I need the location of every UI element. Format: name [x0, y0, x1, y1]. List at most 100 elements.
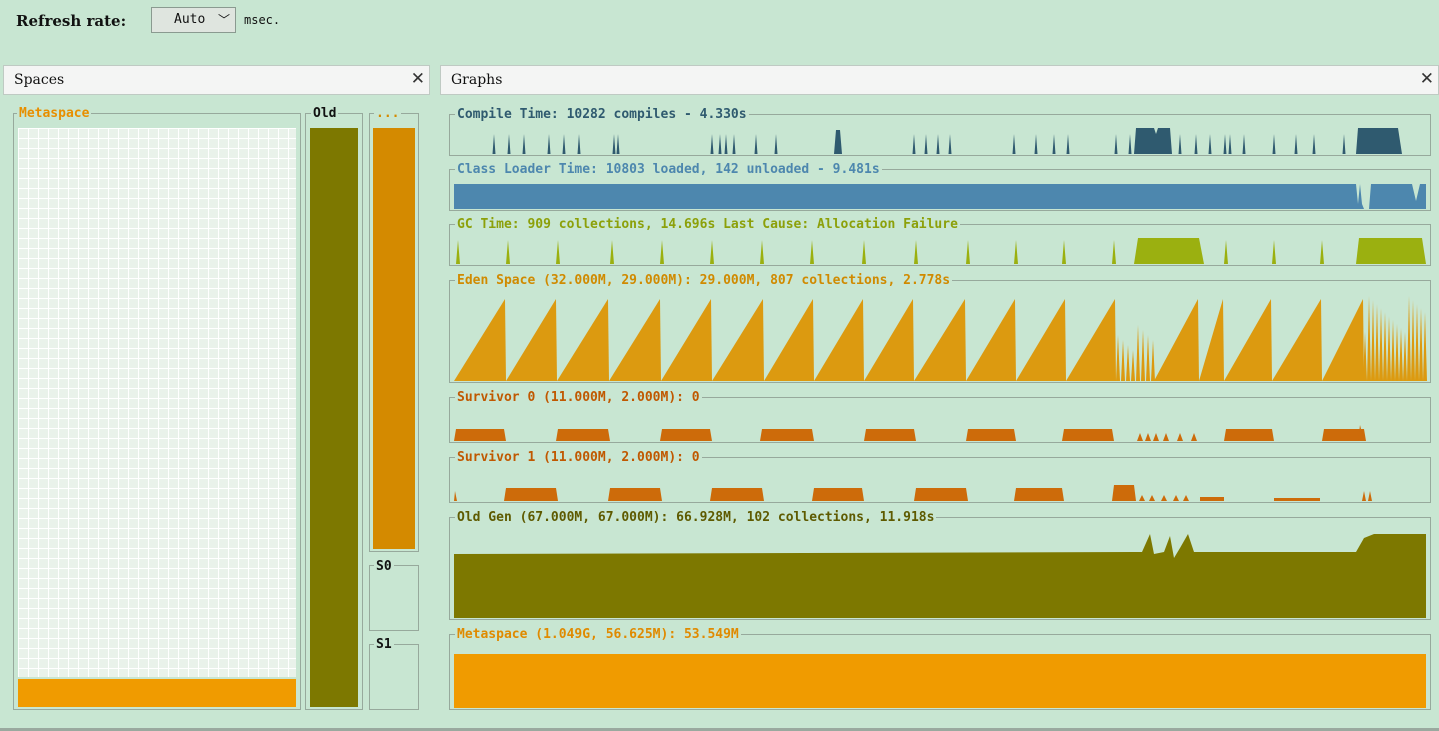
spaces-panel-title: Spaces — [14, 72, 65, 88]
old-space-fill — [310, 128, 358, 707]
eden-noise — [1121, 340, 1125, 381]
eden-noise — [1375, 304, 1379, 381]
s1-spike — [1173, 495, 1179, 501]
metaspace-space-grid — [18, 128, 296, 677]
old-gen-label: Old Gen (67.000M, 67.000M): 66.928M, 102… — [455, 510, 937, 525]
eden-tooth — [864, 299, 914, 381]
s0-space-box — [369, 565, 419, 631]
compile-spike — [1012, 134, 1016, 154]
class-loader-label: Class Loader Time: 10803 loaded, 142 unl… — [455, 162, 882, 177]
s0-block — [1062, 429, 1114, 441]
s1-spike — [1161, 495, 1167, 501]
compile-spike — [1052, 134, 1056, 154]
eden-noise — [1407, 296, 1411, 381]
gc-spike — [810, 240, 814, 264]
s0-spike — [1191, 433, 1197, 441]
gc-block — [1356, 238, 1426, 264]
compile-spike — [718, 134, 722, 154]
compile-spike — [547, 134, 551, 154]
eden-tooth — [1154, 299, 1199, 381]
s1-spike — [1362, 491, 1366, 501]
refresh-rate-unit: msec. — [244, 13, 281, 27]
compile-spike — [577, 134, 581, 154]
compile-spike — [754, 134, 758, 154]
compile-spike — [1194, 134, 1198, 154]
s1-block — [1200, 497, 1224, 501]
gc-spike — [914, 240, 918, 264]
compile-time-label: Compile Time: 10282 compiles - 4.330s — [455, 107, 749, 122]
eden-tooth — [1224, 299, 1272, 381]
gc-spike — [1062, 240, 1066, 264]
survivor0-label: Survivor 0 (11.000M, 2.000M): 0 — [455, 390, 702, 405]
compile-spike — [1223, 134, 1227, 154]
compile-spike — [612, 134, 616, 154]
compile-spike — [936, 134, 940, 154]
s1-block — [504, 488, 558, 501]
s0-spike — [1145, 433, 1151, 441]
gc-spike — [966, 240, 970, 264]
compile-spike — [1134, 128, 1172, 154]
eden-noise — [1116, 335, 1120, 381]
compile-spike — [1114, 134, 1118, 154]
s1-block — [812, 488, 864, 501]
s1-block — [710, 488, 764, 501]
s0-space-label: S0 — [374, 559, 394, 574]
eden-tooth — [1016, 299, 1066, 381]
compile-spike — [1208, 134, 1212, 154]
gc-spike — [610, 240, 614, 264]
compile-spike — [724, 134, 728, 154]
s1-block — [1014, 488, 1064, 501]
gc-spike — [760, 240, 764, 264]
gc-spike — [660, 240, 664, 264]
gc-spike — [1320, 240, 1324, 264]
compile-spike — [1128, 134, 1132, 154]
s0-spike — [1137, 433, 1143, 441]
compile-spike — [522, 134, 526, 154]
refresh-rate-select[interactable]: Auto ﹀ — [151, 7, 236, 33]
s1-spike — [454, 491, 457, 501]
class-loader-chart — [454, 184, 1426, 209]
close-icon[interactable]: ✕ — [411, 69, 425, 89]
eden-noise — [1367, 296, 1371, 381]
eden-tooth — [1066, 299, 1116, 381]
s1-block — [608, 488, 662, 501]
compile-spike — [948, 134, 952, 154]
eden-noise — [1399, 328, 1403, 381]
eden-noise — [1411, 300, 1415, 381]
gc-spike — [1224, 240, 1228, 264]
eden-noise — [1131, 350, 1135, 381]
compile-spike — [924, 134, 928, 154]
eden-noise — [1136, 325, 1140, 381]
eden-noise — [1146, 335, 1150, 381]
compile-spike — [1228, 134, 1232, 154]
eden-tooth — [454, 299, 506, 381]
compile-spike — [507, 134, 511, 154]
compile-spike — [710, 134, 714, 154]
compile-spike — [1178, 134, 1182, 154]
survivor1-chart — [454, 485, 1372, 501]
compile-spike — [1242, 134, 1246, 154]
eden-noise — [1383, 312, 1387, 381]
compile-spike — [562, 134, 566, 154]
close-icon[interactable]: ✕ — [1420, 69, 1434, 89]
s0-block — [966, 429, 1016, 441]
gc-spike — [506, 240, 510, 264]
class-loader-area — [454, 184, 1426, 209]
s0-spike — [1177, 433, 1183, 441]
eden-tooth — [661, 299, 712, 381]
compile-spike — [1034, 134, 1038, 154]
old-gen-chart — [454, 534, 1426, 618]
compile-spike — [1066, 134, 1070, 154]
s0-block — [760, 429, 814, 441]
eden-space-chart — [454, 296, 1427, 381]
gc-spike — [1112, 240, 1116, 264]
s0-block — [864, 429, 916, 441]
s1-block — [1112, 485, 1136, 501]
s0-block — [660, 429, 712, 441]
s0-spike — [1163, 433, 1169, 441]
compile-spike — [492, 134, 496, 154]
compile-spike — [616, 134, 620, 154]
compile-spike — [1294, 134, 1298, 154]
gc-spike — [456, 240, 460, 264]
s0-block — [556, 429, 610, 441]
